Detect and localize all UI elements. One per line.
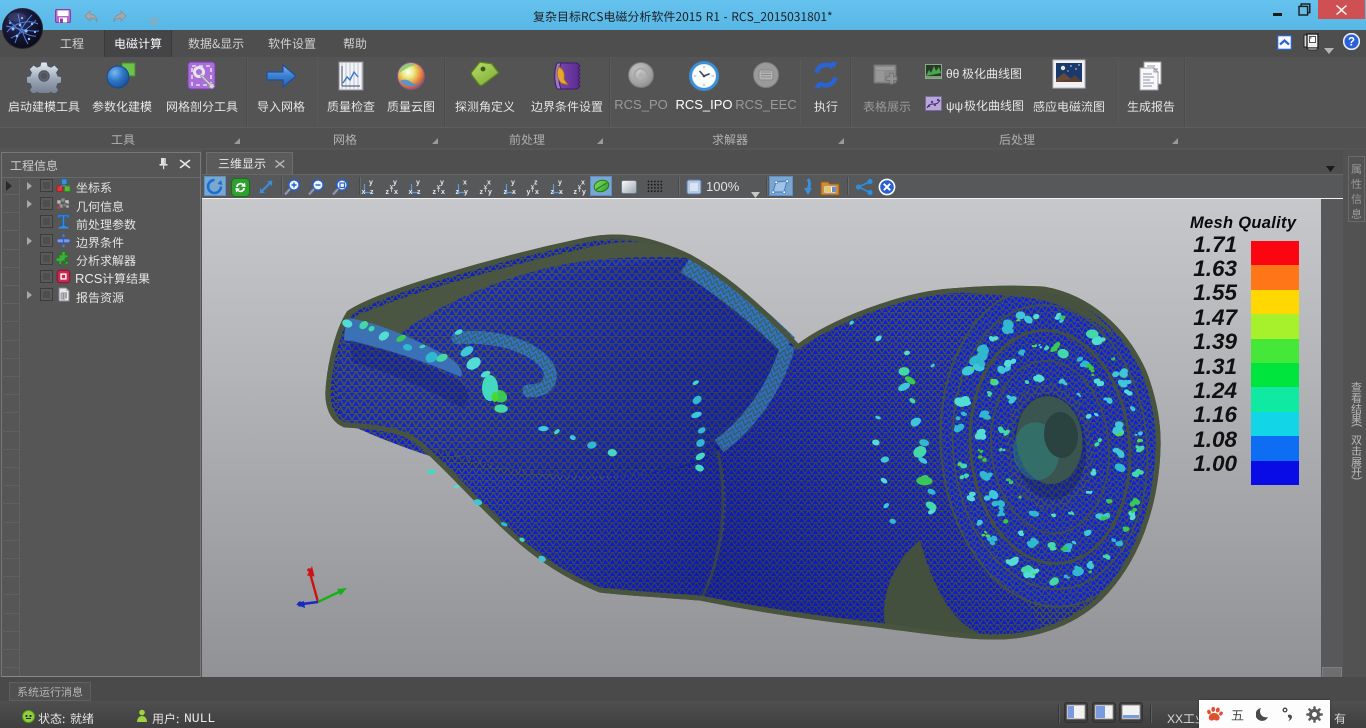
svg-text:y: y: [393, 180, 397, 187]
svg-text:y: y: [416, 180, 420, 187]
svg-text:y: y: [488, 189, 492, 196]
svg-text:x: x: [559, 189, 563, 196]
svg-text:z: z: [574, 189, 578, 196]
svg-text:z: z: [503, 189, 507, 196]
svg-text:y: y: [511, 180, 515, 187]
svg-text:y: y: [440, 180, 444, 187]
svg-text:z: z: [456, 189, 460, 196]
svg-text:y: y: [582, 189, 586, 196]
svg-text:z: z: [432, 189, 436, 196]
svg-text:y: y: [464, 189, 468, 196]
svg-text:z: z: [370, 189, 374, 196]
svg-text:z: z: [385, 189, 389, 196]
svg-text:y: y: [369, 180, 373, 187]
svg-text:x: x: [394, 189, 398, 196]
svg-text:x: x: [409, 189, 413, 196]
svg-text:y: y: [558, 180, 562, 187]
svg-text:y: y: [527, 189, 531, 196]
svg-text:x: x: [581, 180, 585, 187]
svg-text:z: z: [417, 189, 421, 196]
svg-text:x: x: [535, 189, 539, 196]
svg-text:z: z: [550, 189, 554, 196]
svg-text:x: x: [441, 189, 445, 196]
svg-text:x: x: [487, 180, 491, 187]
svg-text:z: z: [480, 189, 484, 196]
svg-text:x: x: [463, 180, 467, 187]
svg-text:x: x: [362, 189, 366, 196]
svg-text:?: ?: [1348, 37, 1355, 49]
svg-text:x: x: [512, 189, 516, 196]
svg-text:z: z: [534, 180, 538, 187]
